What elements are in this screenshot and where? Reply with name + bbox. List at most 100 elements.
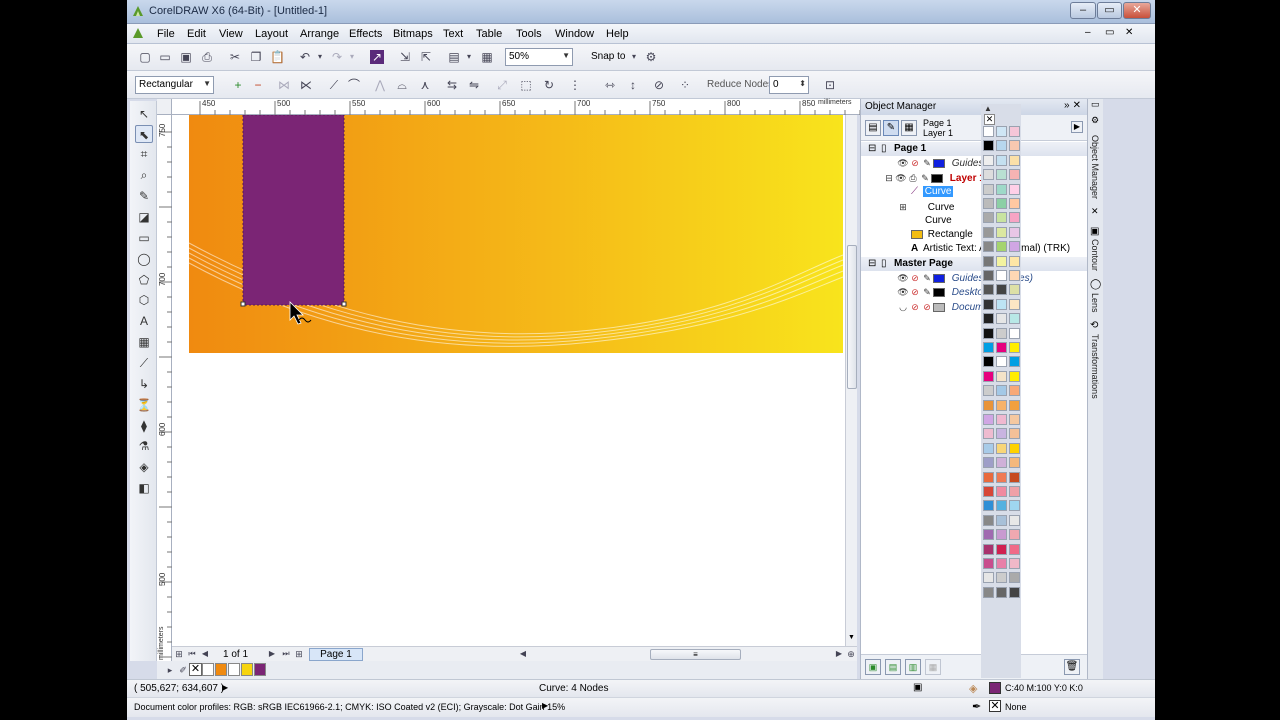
new-layer-icon[interactable]: ▣ (865, 659, 881, 675)
tab-lens[interactable]: Lens (1090, 293, 1100, 313)
add-page-icon[interactable]: ⊞ (172, 647, 186, 661)
doc-close-icon[interactable]: ✕ (1125, 27, 1133, 38)
open-icon[interactable]: ▭ (158, 50, 172, 64)
tree-object-curve-group[interactable]: ⊞ Curve (897, 200, 954, 214)
doc-restore-icon[interactable]: ▭ (1105, 27, 1114, 38)
last-page-icon[interactable]: ⏭ (279, 647, 293, 661)
navigator-icon[interactable]: ⊕ (844, 647, 858, 661)
smart-fill-tool-icon[interactable]: ◪ (135, 208, 153, 226)
tab-object-manager[interactable]: Object Manager (1090, 135, 1100, 199)
palette-color-swatch[interactable] (996, 212, 1007, 224)
menu-layout[interactable]: Layout (255, 28, 288, 40)
horizontal-ruler[interactable]: 450 500 550 600 650 700 750 800 850 mill… (172, 99, 862, 115)
menu-tools[interactable]: Tools (516, 28, 542, 40)
menu-effects[interactable]: Effects (349, 28, 382, 40)
welcome-screen-icon[interactable]: ▦ (480, 50, 494, 64)
palette-color-swatch[interactable] (996, 255, 1007, 267)
dimension-tool-icon[interactable]: ⟋ (135, 354, 153, 372)
no-print-icon[interactable]: ⊘ (909, 300, 921, 314)
tab-contour[interactable]: Contour (1090, 239, 1100, 271)
table-tool-icon[interactable]: ▦ (135, 333, 153, 351)
palette-color-swatch[interactable] (983, 457, 994, 469)
palette-color-swatch[interactable] (983, 558, 994, 569)
palette-color-swatch[interactable] (1009, 428, 1020, 440)
palette-color-swatch[interactable] (983, 514, 994, 526)
palette-color-swatch[interactable] (1009, 154, 1020, 166)
palette-color-swatch[interactable] (996, 198, 1007, 209)
document-color-swatch[interactable] (215, 663, 227, 676)
palette-color-swatch[interactable] (996, 370, 1007, 382)
menu-view[interactable]: View (219, 28, 243, 40)
import-icon[interactable]: ⇲ (398, 50, 412, 64)
palette-color-swatch[interactable] (1009, 370, 1020, 382)
no-edit-icon[interactable]: ⊘ (921, 300, 933, 314)
object-properties-icon[interactable]: ▤ (865, 120, 881, 136)
edit-icon[interactable]: ✎ (921, 156, 933, 170)
palette-color-swatch[interactable] (996, 169, 1007, 181)
ellipse-tool-icon[interactable]: ◯ (135, 250, 153, 268)
eyedropper-icon[interactable]: ✐ (176, 663, 190, 677)
palette-color-swatch[interactable] (983, 313, 994, 325)
palette-color-swatch[interactable] (1009, 558, 1020, 569)
shape-tool-icon[interactable]: ⬉ (135, 125, 153, 143)
palette-color-swatch[interactable] (983, 270, 994, 281)
copy-icon[interactable]: ❐ (249, 50, 263, 64)
palette-color-swatch[interactable] (996, 284, 1007, 296)
symmetrical-node-icon[interactable]: ⋏ (418, 78, 432, 92)
palette-color-swatch[interactable] (1009, 183, 1020, 195)
palette-color-swatch[interactable] (996, 529, 1007, 541)
menu-file[interactable]: File (157, 28, 175, 40)
no-print-icon[interactable]: ⊘ (909, 156, 921, 170)
new-master-layer-icon[interactable]: ▤ (885, 659, 901, 675)
palette-color-swatch[interactable] (1009, 313, 1020, 325)
freehand-tool-icon[interactable]: ✎ (135, 187, 153, 205)
palette-color-swatch[interactable] (996, 298, 1007, 310)
blend-tool-icon[interactable]: ⏳ (135, 396, 153, 414)
palette-color-swatch[interactable] (1009, 241, 1020, 253)
new-master-layer-even-icon[interactable]: ▦ (925, 659, 941, 675)
palette-color-swatch[interactable] (996, 586, 1007, 598)
tree-master-page[interactable]: ⊟ ▯ Master Page (861, 257, 1087, 271)
options-icon[interactable]: ⚙ (644, 50, 658, 64)
palette-color-swatch[interactable] (1009, 169, 1020, 181)
palette-color-swatch[interactable] (983, 586, 994, 598)
palette-color-swatch[interactable] (983, 169, 994, 181)
first-page-icon[interactable]: ⏮ (185, 647, 199, 661)
join-nodes-icon[interactable]: ⋈ (277, 78, 291, 92)
extract-subpath-icon[interactable]: ⤢ (495, 78, 509, 92)
palette-color-swatch[interactable] (983, 385, 994, 397)
palette-color-swatch[interactable] (1009, 572, 1020, 584)
no-print-icon[interactable]: ⊘ (909, 271, 921, 285)
connector-tool-icon[interactable]: ↳ (135, 375, 153, 393)
palette-color-swatch[interactable] (1009, 457, 1020, 469)
doc-minimize-icon[interactable]: – (1085, 27, 1091, 38)
palette-color-swatch[interactable] (996, 356, 1007, 368)
palette-color-swatch[interactable] (996, 414, 1007, 425)
palette-color-swatch[interactable] (996, 140, 1007, 152)
palette-color-swatch[interactable] (1009, 471, 1020, 483)
expand-icon[interactable]: ⊞ (897, 200, 909, 214)
redo-icon[interactable]: ↷ (330, 50, 344, 64)
palette-color-swatch[interactable] (1009, 226, 1020, 238)
crop-tool-icon[interactable]: ⌗ (135, 145, 153, 163)
tree-object-rectangle[interactable]: Rectangle (911, 228, 973, 242)
palette-color-swatch[interactable] (1009, 284, 1020, 296)
palette-color-swatch[interactable] (1009, 529, 1020, 541)
expand-icon[interactable]: ▶ (542, 701, 548, 710)
palette-color-swatch[interactable] (1009, 126, 1020, 137)
next-page-icon[interactable]: ▶ (265, 647, 279, 661)
palette-color-swatch[interactable] (983, 399, 994, 411)
new-master-layer-all-icon[interactable]: ▥ (905, 659, 921, 675)
align-nodes-icon[interactable]: ⋮ (568, 78, 582, 92)
palette-color-swatch[interactable] (996, 342, 1007, 353)
cusp-node-icon[interactable]: ⋀ (373, 78, 387, 92)
scroll-down-icon[interactable]: ▼ (848, 634, 855, 641)
palette-color-swatch[interactable] (1009, 543, 1020, 555)
expand-icon[interactable]: ▶ (222, 683, 228, 692)
undo-dropdown-icon[interactable]: ▾ (313, 50, 327, 64)
extend-curve-icon[interactable]: ⇋ (467, 78, 481, 92)
palette-color-swatch[interactable] (983, 298, 994, 310)
undo-icon[interactable]: ↶ (298, 50, 312, 64)
palette-color-swatch[interactable] (983, 342, 994, 353)
reduce-nodes-input[interactable]: 0 ⬍ (769, 76, 809, 94)
